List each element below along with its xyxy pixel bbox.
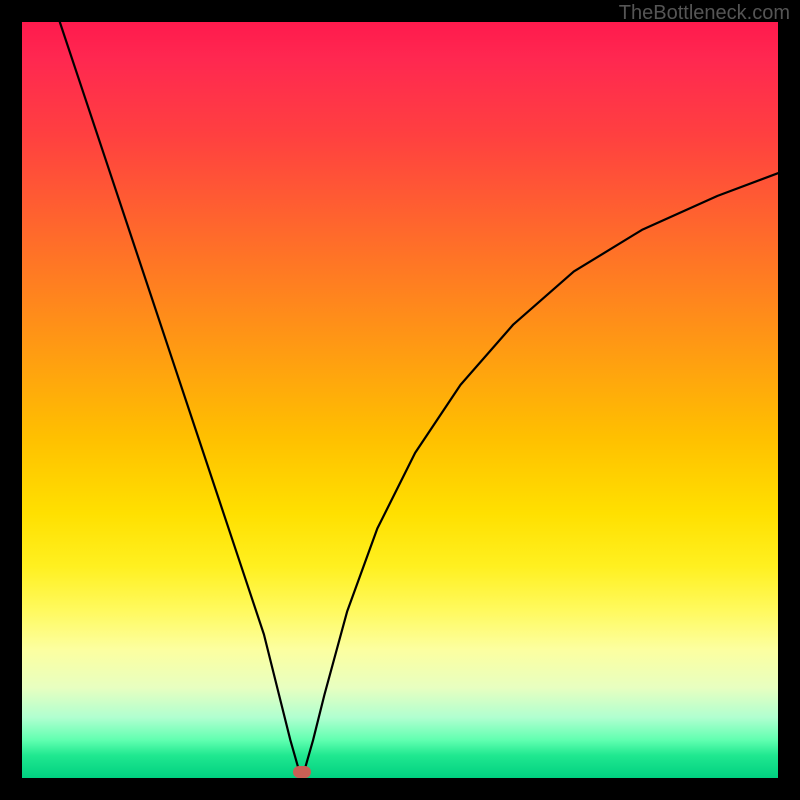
chart-curve-layer — [22, 22, 778, 778]
watermark-text: TheBottleneck.com — [619, 2, 790, 25]
bottleneck-curve — [60, 22, 778, 774]
optimal-point-marker — [293, 766, 311, 778]
